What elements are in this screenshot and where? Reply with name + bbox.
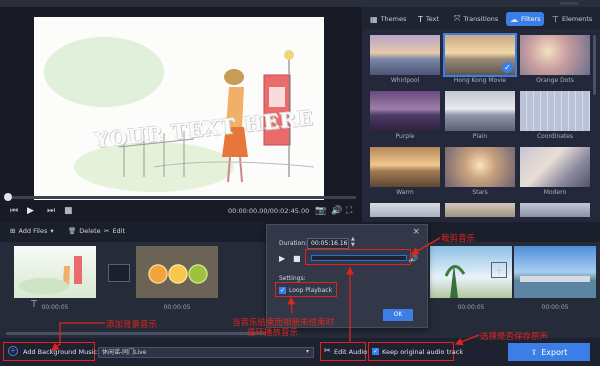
arrow-add-bgm (50, 322, 105, 351)
annotation-arrows (50, 237, 480, 351)
arrow-keep-original (454, 334, 480, 346)
arrow-cut-music (410, 237, 441, 255)
arrow-loop (287, 296, 296, 314)
